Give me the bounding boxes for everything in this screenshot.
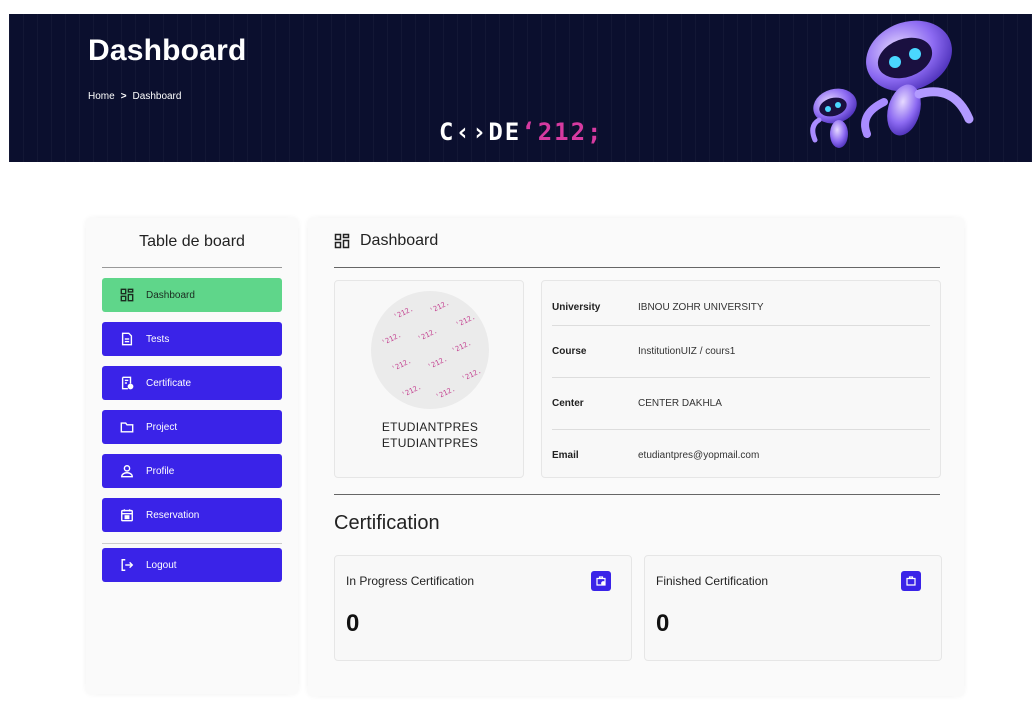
dashboard-icon bbox=[120, 288, 134, 302]
main-header: Dashboard bbox=[334, 232, 438, 250]
profile-name-line: ETUDIANTPRES bbox=[381, 436, 479, 450]
page-title: Dashboard bbox=[88, 34, 247, 67]
sidebar-item-label: Dashboard bbox=[146, 289, 195, 301]
avatar-pattern-text: '212. bbox=[428, 298, 451, 316]
logout-button[interactable]: Logout bbox=[102, 548, 282, 582]
card-count: 0 bbox=[346, 610, 360, 637]
card-count: 0 bbox=[656, 610, 670, 637]
info-row-course: Course InstitutionUIZ / cours1 bbox=[552, 325, 930, 377]
avatar-pattern-text: '212. bbox=[434, 384, 457, 402]
sidebar: Table de board Dashboard Tests Certifica… bbox=[86, 218, 298, 694]
student-info-card: University IBNOU ZOHR UNIVERSITY Course … bbox=[541, 280, 941, 478]
info-row-email: Email etudiantpres@yopmail.com bbox=[552, 429, 930, 481]
avatar-pattern-text: '212. bbox=[392, 304, 415, 322]
info-value: CENTER DAKHLA bbox=[638, 397, 722, 409]
info-row-center: Center CENTER DAKHLA bbox=[552, 377, 930, 429]
sidebar-item-label: Tests bbox=[146, 333, 170, 345]
breadcrumb-home[interactable]: Home bbox=[88, 91, 115, 102]
page-header: Dashboard Home > Dashboard C‹›DE‘212; bbox=[9, 14, 1032, 162]
sidebar-item-certificate[interactable]: Certificate bbox=[102, 366, 282, 400]
sidebar-item-label: Project bbox=[146, 421, 178, 433]
sidebar-item-label: Profile bbox=[146, 465, 175, 477]
section-divider bbox=[334, 494, 940, 495]
profile-card: '212. '212. '212. '212. '212. '212. '212… bbox=[334, 280, 524, 478]
finished-certification-card[interactable]: Finished Certification 0 bbox=[644, 555, 942, 661]
dashboard-icon bbox=[334, 233, 350, 249]
avatar-pattern-text: '212. bbox=[450, 338, 473, 356]
main-panel: Dashboard '212. '212. '212. '212. '212. … bbox=[308, 218, 964, 696]
robot-mascots-illustration bbox=[810, 20, 974, 148]
document-icon bbox=[121, 332, 133, 346]
info-key: Course bbox=[552, 345, 587, 357]
sidebar-item-label: Reservation bbox=[146, 509, 200, 521]
sidebar-item-profile[interactable]: Profile bbox=[102, 454, 282, 488]
certificate-progress-icon bbox=[591, 571, 611, 591]
main-title: Dashboard bbox=[360, 232, 439, 249]
sidebar-divider bbox=[102, 543, 282, 544]
profile-name: ETUDIANTPRES ETUDIANTPRES bbox=[335, 419, 525, 451]
sidebar-item-project[interactable]: Project bbox=[102, 410, 282, 444]
info-key: University bbox=[552, 301, 601, 313]
info-value: InstitutionUIZ / cours1 bbox=[638, 345, 736, 357]
main-divider bbox=[334, 267, 940, 268]
breadcrumb-current: Dashboard bbox=[132, 91, 182, 102]
brand-logo: C‹›DE‘212; bbox=[439, 118, 604, 146]
briefcase-icon bbox=[901, 571, 921, 591]
avatar-pattern-text: '212. bbox=[454, 312, 477, 330]
certification-title: Certification bbox=[334, 512, 440, 534]
folder-icon bbox=[120, 422, 134, 433]
info-value: etudiantpres@yopmail.com bbox=[638, 449, 760, 461]
sidebar-divider bbox=[102, 267, 282, 268]
info-value: IBNOU ZOHR UNIVERSITY bbox=[638, 301, 764, 313]
avatar-pattern-text: '212. bbox=[390, 356, 413, 374]
brand-logo-number: ‘212; bbox=[521, 118, 604, 146]
avatar-pattern-text: '212. bbox=[416, 326, 439, 344]
breadcrumb-separator: > bbox=[120, 91, 127, 102]
user-icon bbox=[121, 465, 133, 478]
sidebar-item-label: Certificate bbox=[146, 377, 192, 389]
sidebar-title: Table de board bbox=[139, 233, 245, 250]
logout-label: Logout bbox=[146, 559, 177, 571]
sidebar-item-reservation[interactable]: Reservation bbox=[102, 498, 282, 532]
info-key: Email bbox=[552, 449, 579, 461]
avatar-pattern-text: '212. bbox=[380, 330, 403, 348]
avatar-pattern-text: '212. bbox=[460, 366, 483, 384]
profile-name-line: ETUDIANTPRES bbox=[381, 420, 479, 434]
card-label: Finished Certification bbox=[656, 574, 769, 588]
in-progress-certification-card[interactable]: In Progress Certification 0 bbox=[334, 555, 632, 661]
sidebar-item-dashboard[interactable]: Dashboard bbox=[102, 278, 282, 312]
brand-logo-text: C‹›DE bbox=[439, 118, 522, 146]
avatar: '212. '212. '212. '212. '212. '212. '212… bbox=[371, 291, 489, 409]
breadcrumb: Home > Dashboard bbox=[88, 91, 181, 102]
logout-icon bbox=[121, 559, 134, 571]
calendar-icon bbox=[121, 509, 133, 522]
sidebar-item-tests[interactable]: Tests bbox=[102, 322, 282, 356]
avatar-pattern-text: '212. bbox=[400, 382, 423, 400]
certificate-icon bbox=[121, 376, 134, 390]
info-key: Center bbox=[552, 397, 584, 409]
card-label: In Progress Certification bbox=[346, 574, 475, 588]
avatar-pattern-text: '212. bbox=[426, 354, 449, 372]
